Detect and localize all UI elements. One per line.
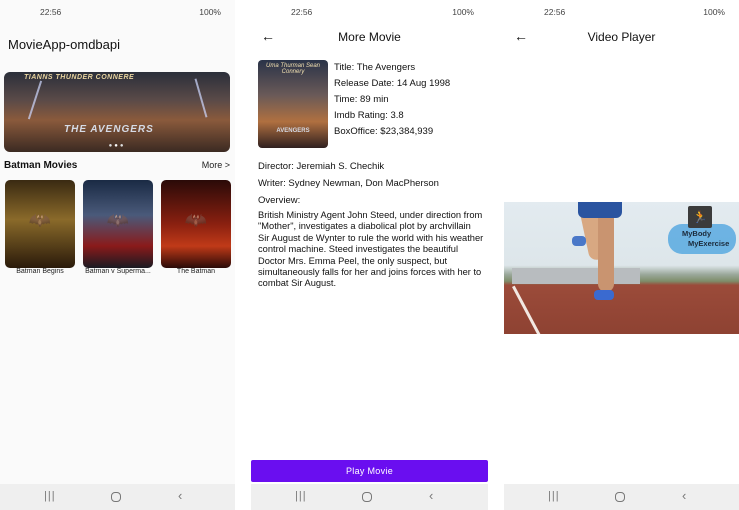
director-info: Director: Jeremiah S. Chechik: [258, 161, 385, 172]
poster-logo: AVENGERS: [276, 128, 310, 134]
status-battery: 100%: [452, 7, 474, 17]
running-figure-icon: 🏃: [688, 206, 712, 228]
top-app-bar: ← Video Player: [504, 26, 739, 50]
runner-shoe: [572, 236, 586, 246]
system-nav-bar: ||| ‹: [504, 484, 739, 510]
stadium-building: [512, 268, 640, 284]
runtime-info: Time: 89 min: [334, 94, 389, 105]
overview-label: Overview:: [258, 195, 301, 206]
bat-symbol-icon: 🦇: [184, 210, 208, 230]
video-player[interactable]: 🏃 MyBody MyExercise: [504, 202, 739, 334]
watermark-line1: MyBody: [682, 229, 712, 238]
chevron-left-icon[interactable]: ‹: [682, 488, 686, 503]
movie-poster-the-batman[interactable]: 🦇: [161, 180, 231, 268]
recents-icon[interactable]: |||: [295, 490, 307, 502]
overview-text: British Ministry Agent John Steed, under…: [258, 210, 484, 289]
banner-caption: TIANNS THUNDER CONNERE: [24, 74, 135, 81]
recents-icon[interactable]: |||: [44, 490, 56, 502]
more-link[interactable]: More >: [202, 160, 230, 170]
status-time: 22:56: [291, 7, 313, 17]
movie-title: The Batman: [176, 268, 216, 275]
home-icon[interactable]: [362, 492, 372, 502]
home-icon[interactable]: [615, 492, 625, 502]
boxoffice-info: BoxOffice: $23,384,939: [334, 126, 434, 137]
release-date-info: Release Date: 14 Aug 1998: [334, 78, 451, 89]
recents-icon[interactable]: |||: [548, 490, 560, 502]
video-watermark: MyBody MyExercise: [682, 229, 729, 249]
movie-title: Batman Begins: [16, 268, 64, 275]
page-title: More Movie: [338, 30, 401, 44]
lightning-decoration: [194, 78, 208, 118]
system-nav-bar: ||| ‹: [251, 484, 488, 510]
carousel-indicator: ●●●: [108, 143, 126, 149]
movie-title: Batman v Superma...: [85, 268, 151, 275]
poster-caption: Uma Thurman Sean Connery: [265, 63, 321, 75]
runner-shoe: [594, 290, 614, 300]
section-title: Batman Movies: [4, 160, 78, 171]
home-screen: 22:56 100% MovieApp-omdbapi TIANNS THUND…: [0, 0, 235, 510]
system-nav-bar: ||| ‹: [0, 484, 235, 510]
status-battery: 100%: [703, 7, 725, 17]
video-player-screen: 22:56 100% ← Video Player 🏃 MyBody MyExe…: [504, 0, 739, 510]
watermark-line2: MyExercise: [688, 239, 730, 248]
movie-title-info: Title: The Avengers: [334, 62, 416, 73]
banner-logo: THE AVENGERS: [64, 124, 154, 135]
page-title: Video Player: [587, 30, 656, 44]
chevron-left-icon[interactable]: ‹: [429, 488, 433, 503]
movie-poster-batman-v-superman[interactable]: 🦇: [83, 180, 153, 268]
status-bar: 22:56 100%: [251, 0, 488, 22]
chevron-left-icon[interactable]: ‹: [178, 488, 182, 503]
status-bar: 22:56 100%: [504, 0, 739, 22]
play-movie-button[interactable]: Play Movie: [251, 460, 488, 482]
movie-poster-batman-begins[interactable]: 🦇: [5, 180, 75, 268]
bat-symbol-icon: 🦇: [106, 210, 130, 230]
track-lane-line: [512, 285, 543, 334]
top-app-bar: ← More Movie: [251, 26, 488, 50]
lightning-decoration: [27, 80, 43, 120]
featured-banner[interactable]: TIANNS THUNDER CONNERE THE AVENGERS ●●●: [4, 72, 230, 152]
status-time: 22:56: [40, 7, 62, 17]
status-battery: 100%: [199, 7, 221, 17]
rating-info: Imdb Rating: 3.8: [334, 110, 404, 121]
movie-poster: Uma Thurman Sean Connery AVENGERS: [258, 60, 328, 148]
home-icon[interactable]: [111, 492, 121, 502]
movie-detail-screen: 22:56 100% ← More Movie Uma Thurman Sean…: [251, 0, 488, 510]
status-bar: 22:56 100%: [0, 0, 235, 22]
writer-info: Writer: Sydney Newman, Don MacPherson: [258, 178, 439, 189]
status-time: 22:56: [544, 7, 566, 17]
app-title: MovieApp-omdbapi: [8, 37, 121, 52]
bat-symbol-icon: 🦇: [28, 210, 52, 230]
runner-shorts: [578, 202, 622, 218]
